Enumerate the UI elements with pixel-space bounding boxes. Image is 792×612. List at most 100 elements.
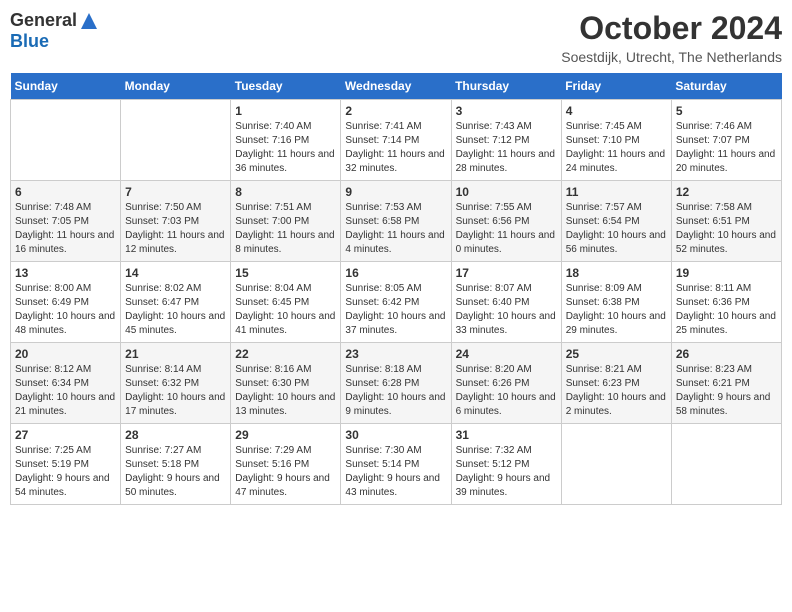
calendar-week-3: 13Sunrise: 8:00 AM Sunset: 6:49 PM Dayli… xyxy=(11,262,782,343)
day-info: Sunrise: 7:27 AM Sunset: 5:18 PM Dayligh… xyxy=(125,444,226,500)
day-info: Sunrise: 8:18 AM Sunset: 6:28 PM Dayligh… xyxy=(345,363,446,419)
calendar-cell: 12 Sunrise: 7:58 AM Sunset: 6:51 PM Dayli… xyxy=(671,181,781,262)
calendar-cell: 25 Sunrise: 8:21 AM Sunset: 6:23 PM Dayli… xyxy=(561,343,671,424)
calendar-cell: 20 Sunrise: 8:12 AM Sunset: 6:34 PM Dayli… xyxy=(11,343,121,424)
day-number: 27 xyxy=(15,428,116,442)
calendar-cell: 31 Sunrise: 7:32 AM Sunset: 5:12 PM Dayli… xyxy=(451,424,561,505)
day-number: 18 xyxy=(566,266,667,280)
day-info: Sunrise: 7:25 AM Sunset: 5:19 PM Dayligh… xyxy=(15,444,116,500)
day-header-friday: Friday xyxy=(561,73,671,100)
calendar-cell xyxy=(561,424,671,505)
calendar-cell: 23Sunrise: 8:18 AM Sunset: 6:28 PM Dayli… xyxy=(341,343,451,424)
calendar-cell: 11 Sunrise: 7:57 AM Sunset: 6:54 PM Dayli… xyxy=(561,181,671,262)
day-info: Sunrise: 8:07 AM Sunset: 6:40 PM Dayligh… xyxy=(456,282,557,338)
day-number: 31 xyxy=(456,428,557,442)
day-info: Sunrise: 8:21 AM Sunset: 6:23 PM Dayligh… xyxy=(566,363,667,419)
day-info: Sunrise: 8:20 AM Sunset: 6:26 PM Dayligh… xyxy=(456,363,557,419)
calendar-cell xyxy=(671,424,781,505)
calendar-cell: 24 Sunrise: 8:20 AM Sunset: 6:26 PM Dayli… xyxy=(451,343,561,424)
header-row: SundayMondayTuesdayWednesdayThursdayFrid… xyxy=(11,73,782,100)
day-info: Sunrise: 7:43 AM Sunset: 7:12 PM Dayligh… xyxy=(456,120,557,176)
calendar-week-5: 27 Sunrise: 7:25 AM Sunset: 5:19 PM Dayli… xyxy=(11,424,782,505)
calendar-cell: 6 Sunrise: 7:48 AM Sunset: 7:05 PM Daylig… xyxy=(11,181,121,262)
calendar-cell: 1 Sunrise: 7:40 AM Sunset: 7:16 PM Daylig… xyxy=(231,100,341,181)
day-header-wednesday: Wednesday xyxy=(341,73,451,100)
calendar-cell: 9Sunrise: 7:53 AM Sunset: 6:58 PM Daylig… xyxy=(341,181,451,262)
day-number: 15 xyxy=(235,266,336,280)
day-info: Sunrise: 8:11 AM Sunset: 6:36 PM Dayligh… xyxy=(676,282,777,338)
day-number: 12 xyxy=(676,185,777,199)
calendar-cell: 30 Sunrise: 7:30 AM Sunset: 5:14 PM Dayli… xyxy=(341,424,451,505)
calendar-cell: 7Sunrise: 7:50 AM Sunset: 7:03 PM Daylig… xyxy=(121,181,231,262)
day-number: 24 xyxy=(456,347,557,361)
day-number: 3 xyxy=(456,104,557,118)
day-info: Sunrise: 7:32 AM Sunset: 5:12 PM Dayligh… xyxy=(456,444,557,500)
day-number: 11 xyxy=(566,185,667,199)
calendar-week-2: 6 Sunrise: 7:48 AM Sunset: 7:05 PM Daylig… xyxy=(11,181,782,262)
day-number: 7 xyxy=(125,185,226,199)
calendar-cell: 21 Sunrise: 8:14 AM Sunset: 6:32 PM Dayli… xyxy=(121,343,231,424)
day-number: 21 xyxy=(125,347,226,361)
logo: General Blue xyxy=(10,10,99,52)
calendar-cell: 29 Sunrise: 7:29 AM Sunset: 5:16 PM Dayli… xyxy=(231,424,341,505)
day-header-thursday: Thursday xyxy=(451,73,561,100)
calendar-cell: 28 Sunrise: 7:27 AM Sunset: 5:18 PM Dayli… xyxy=(121,424,231,505)
calendar-cell: 17Sunrise: 8:07 AM Sunset: 6:40 PM Dayli… xyxy=(451,262,561,343)
day-number: 28 xyxy=(125,428,226,442)
day-number: 25 xyxy=(566,347,667,361)
calendar-cell: 15 Sunrise: 8:04 AM Sunset: 6:45 PM Dayli… xyxy=(231,262,341,343)
day-info: Sunrise: 7:55 AM Sunset: 6:56 PM Dayligh… xyxy=(456,201,557,257)
calendar-cell: 26Sunrise: 8:23 AM Sunset: 6:21 PM Dayli… xyxy=(671,343,781,424)
calendar-cell: 16Sunrise: 8:05 AM Sunset: 6:42 PM Dayli… xyxy=(341,262,451,343)
calendar-cell: 10Sunrise: 7:55 AM Sunset: 6:56 PM Dayli… xyxy=(451,181,561,262)
calendar-week-4: 20 Sunrise: 8:12 AM Sunset: 6:34 PM Dayli… xyxy=(11,343,782,424)
day-info: Sunrise: 8:04 AM Sunset: 6:45 PM Dayligh… xyxy=(235,282,336,338)
day-info: Sunrise: 7:30 AM Sunset: 5:14 PM Dayligh… xyxy=(345,444,446,500)
calendar-cell: 14Sunrise: 8:02 AM Sunset: 6:47 PM Dayli… xyxy=(121,262,231,343)
day-number: 14 xyxy=(125,266,226,280)
day-number: 22 xyxy=(235,347,336,361)
day-info: Sunrise: 7:51 AM Sunset: 7:00 PM Dayligh… xyxy=(235,201,336,257)
calendar-cell xyxy=(11,100,121,181)
day-info: Sunrise: 7:29 AM Sunset: 5:16 PM Dayligh… xyxy=(235,444,336,500)
calendar-cell: 2Sunrise: 7:41 AM Sunset: 7:14 PM Daylig… xyxy=(341,100,451,181)
day-number: 2 xyxy=(345,104,446,118)
day-info: Sunrise: 7:45 AM Sunset: 7:10 PM Dayligh… xyxy=(566,120,667,176)
day-number: 9 xyxy=(345,185,446,199)
day-info: Sunrise: 8:12 AM Sunset: 6:34 PM Dayligh… xyxy=(15,363,116,419)
calendar-cell: 8 Sunrise: 7:51 AM Sunset: 7:00 PM Daylig… xyxy=(231,181,341,262)
day-number: 29 xyxy=(235,428,336,442)
day-header-monday: Monday xyxy=(121,73,231,100)
calendar-cell: 5Sunrise: 7:46 AM Sunset: 7:07 PM Daylig… xyxy=(671,100,781,181)
calendar-cell xyxy=(121,100,231,181)
day-info: Sunrise: 8:09 AM Sunset: 6:38 PM Dayligh… xyxy=(566,282,667,338)
page-header: General Blue October 2024 Soestdijk, Utr… xyxy=(10,10,782,65)
calendar-week-1: 1 Sunrise: 7:40 AM Sunset: 7:16 PM Daylig… xyxy=(11,100,782,181)
day-number: 13 xyxy=(15,266,116,280)
day-info: Sunrise: 7:48 AM Sunset: 7:05 PM Dayligh… xyxy=(15,201,116,257)
day-number: 5 xyxy=(676,104,777,118)
day-info: Sunrise: 8:14 AM Sunset: 6:32 PM Dayligh… xyxy=(125,363,226,419)
day-info: Sunrise: 8:16 AM Sunset: 6:30 PM Dayligh… xyxy=(235,363,336,419)
day-number: 20 xyxy=(15,347,116,361)
day-number: 1 xyxy=(235,104,336,118)
day-number: 30 xyxy=(345,428,446,442)
day-header-saturday: Saturday xyxy=(671,73,781,100)
day-number: 19 xyxy=(676,266,777,280)
day-number: 6 xyxy=(15,185,116,199)
title-section: October 2024 Soestdijk, Utrecht, The Net… xyxy=(561,10,782,65)
day-number: 4 xyxy=(566,104,667,118)
day-info: Sunrise: 7:57 AM Sunset: 6:54 PM Dayligh… xyxy=(566,201,667,257)
month-title: October 2024 xyxy=(561,10,782,47)
location: Soestdijk, Utrecht, The Netherlands xyxy=(561,49,782,65)
day-info: Sunrise: 8:23 AM Sunset: 6:21 PM Dayligh… xyxy=(676,363,777,419)
calendar-cell: 3 Sunrise: 7:43 AM Sunset: 7:12 PM Daylig… xyxy=(451,100,561,181)
day-info: Sunrise: 7:58 AM Sunset: 6:51 PM Dayligh… xyxy=(676,201,777,257)
calendar-cell: 19 Sunrise: 8:11 AM Sunset: 6:36 PM Dayli… xyxy=(671,262,781,343)
day-number: 8 xyxy=(235,185,336,199)
day-info: Sunrise: 7:40 AM Sunset: 7:16 PM Dayligh… xyxy=(235,120,336,176)
day-header-sunday: Sunday xyxy=(11,73,121,100)
day-header-tuesday: Tuesday xyxy=(231,73,341,100)
calendar-cell: 4 Sunrise: 7:45 AM Sunset: 7:10 PM Daylig… xyxy=(561,100,671,181)
day-number: 16 xyxy=(345,266,446,280)
